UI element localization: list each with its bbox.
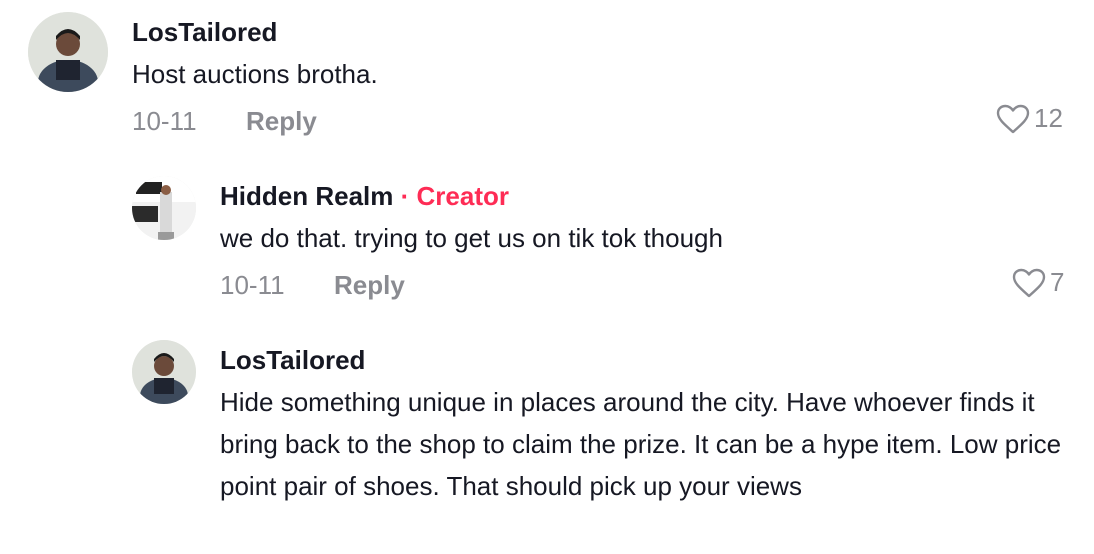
- creator-avatar-image: [132, 176, 196, 240]
- comment-username-line: Hidden Realm · Creator: [220, 181, 509, 212]
- heart-outline-icon: [996, 104, 1030, 133]
- separator-dot: ·: [400, 181, 410, 211]
- reply-button[interactable]: Reply: [246, 106, 317, 137]
- user-avatar-image: [132, 340, 196, 404]
- comment-username[interactable]: LosTailored: [220, 345, 365, 376]
- comment-username[interactable]: Hidden Realm: [220, 181, 393, 211]
- heart-outline-icon: [1012, 268, 1046, 297]
- creator-badge: Creator: [416, 181, 509, 211]
- user-avatar-image: [28, 12, 108, 92]
- like-button[interactable]: 12: [996, 103, 1063, 134]
- comment-date: 10-11: [132, 106, 197, 136]
- comment-text: Host auctions brotha.: [132, 59, 378, 89]
- comment-text: Hide something unique in places around t…: [220, 387, 1062, 501]
- like-button[interactable]: 7: [1012, 267, 1064, 298]
- like-count: 7: [1050, 267, 1065, 297]
- avatar[interactable]: [28, 12, 108, 92]
- reply-button[interactable]: Reply: [334, 270, 405, 301]
- comment-date: 10-11: [220, 270, 285, 300]
- comment-text: we do that. trying to get us on tik tok …: [220, 223, 723, 253]
- avatar[interactable]: [132, 340, 196, 404]
- avatar[interactable]: [132, 176, 196, 240]
- like-count: 12: [1034, 103, 1063, 133]
- comment-username[interactable]: LosTailored: [132, 17, 277, 48]
